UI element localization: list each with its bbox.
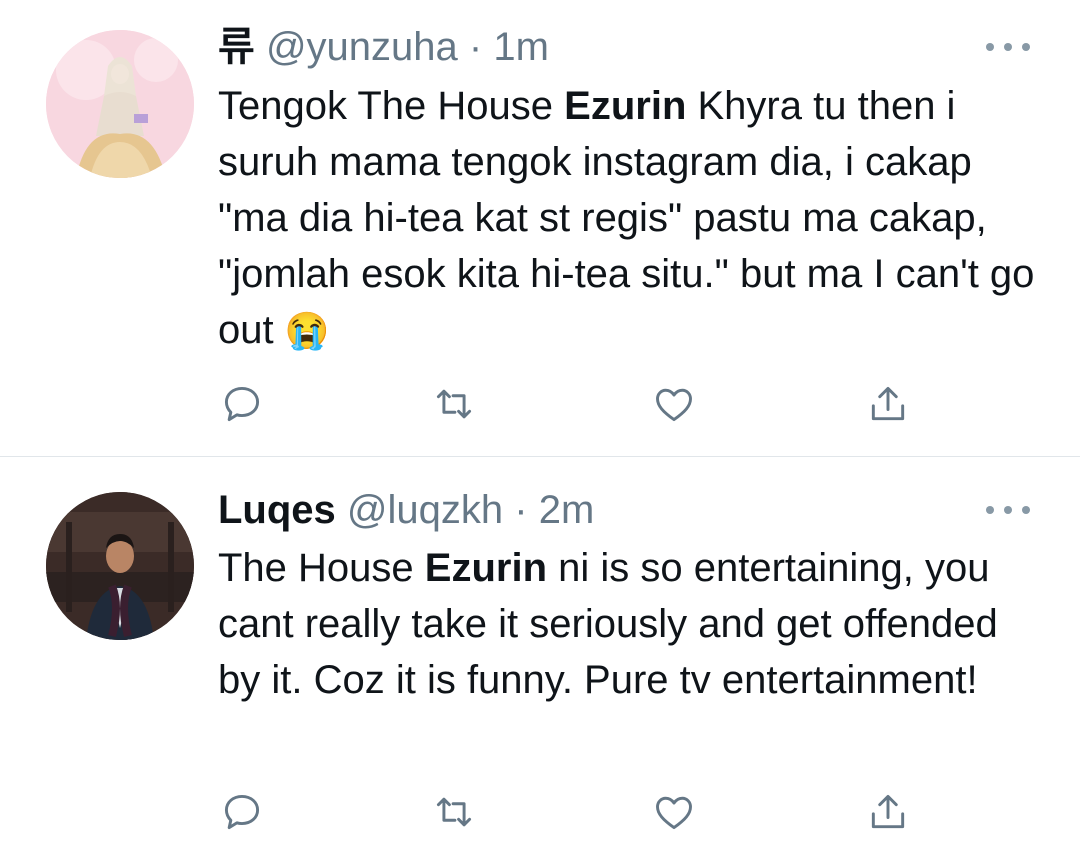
text-part: The House: [218, 546, 425, 590]
tweet-text: The House Ezurin ni is so entertaining, …: [218, 540, 1048, 708]
reply-button[interactable]: [218, 788, 266, 836]
tweet-text: Tengok The House Ezurin Khyra tu then i …: [218, 78, 1048, 359]
retweet-icon: [436, 389, 472, 419]
like-button[interactable]: [650, 380, 698, 428]
reply-icon: [224, 794, 260, 830]
avatar[interactable]: [46, 30, 194, 178]
highlight-keyword: Ezurin: [564, 84, 687, 128]
tweet-header: Luqes @luqzkh · 2m: [218, 485, 594, 535]
heart-icon: [656, 796, 692, 830]
share-icon: [871, 794, 905, 829]
reply-icon: [224, 386, 260, 422]
retweet-button[interactable]: [430, 788, 478, 836]
retweet-icon: [436, 797, 472, 827]
more-options-icon[interactable]: [986, 37, 1030, 57]
timestamp[interactable]: 1m: [493, 25, 549, 69]
share-icon: [871, 386, 905, 421]
highlight-keyword: Ezurin: [424, 546, 548, 590]
more-options-icon[interactable]: [986, 500, 1030, 520]
tweet-card[interactable]: 류 @yunzuha · 1m Tengok The House Ezurin …: [0, 0, 1080, 456]
display-name[interactable]: Luqes: [218, 488, 336, 532]
tweet-actions: [218, 380, 918, 428]
handle[interactable]: @yunzuha: [266, 25, 458, 69]
tweet-actions: [218, 788, 918, 836]
text-part: Tengok The House: [218, 84, 565, 128]
separator: ·: [468, 25, 483, 69]
handle[interactable]: @luqzkh: [347, 488, 503, 532]
tweet-card[interactable]: Luqes @luqzkh · 2m The House Ezurin ni i…: [0, 457, 1080, 861]
reply-button[interactable]: [218, 380, 266, 428]
share-button[interactable]: [864, 380, 912, 428]
tweet-header: 류 @yunzuha · 1m: [218, 22, 549, 72]
avatar-illustration-icon: [46, 30, 194, 178]
separator: ·: [514, 488, 528, 532]
like-button[interactable]: [650, 788, 698, 836]
crying-face-emoji: 😭: [284, 310, 330, 351]
avatar-photo-icon: [46, 492, 194, 640]
heart-icon: [656, 388, 692, 422]
share-button[interactable]: [864, 788, 912, 836]
timestamp[interactable]: 2m: [539, 488, 595, 532]
avatar[interactable]: [46, 492, 194, 640]
display-name[interactable]: 류: [218, 25, 255, 69]
retweet-button[interactable]: [430, 380, 478, 428]
